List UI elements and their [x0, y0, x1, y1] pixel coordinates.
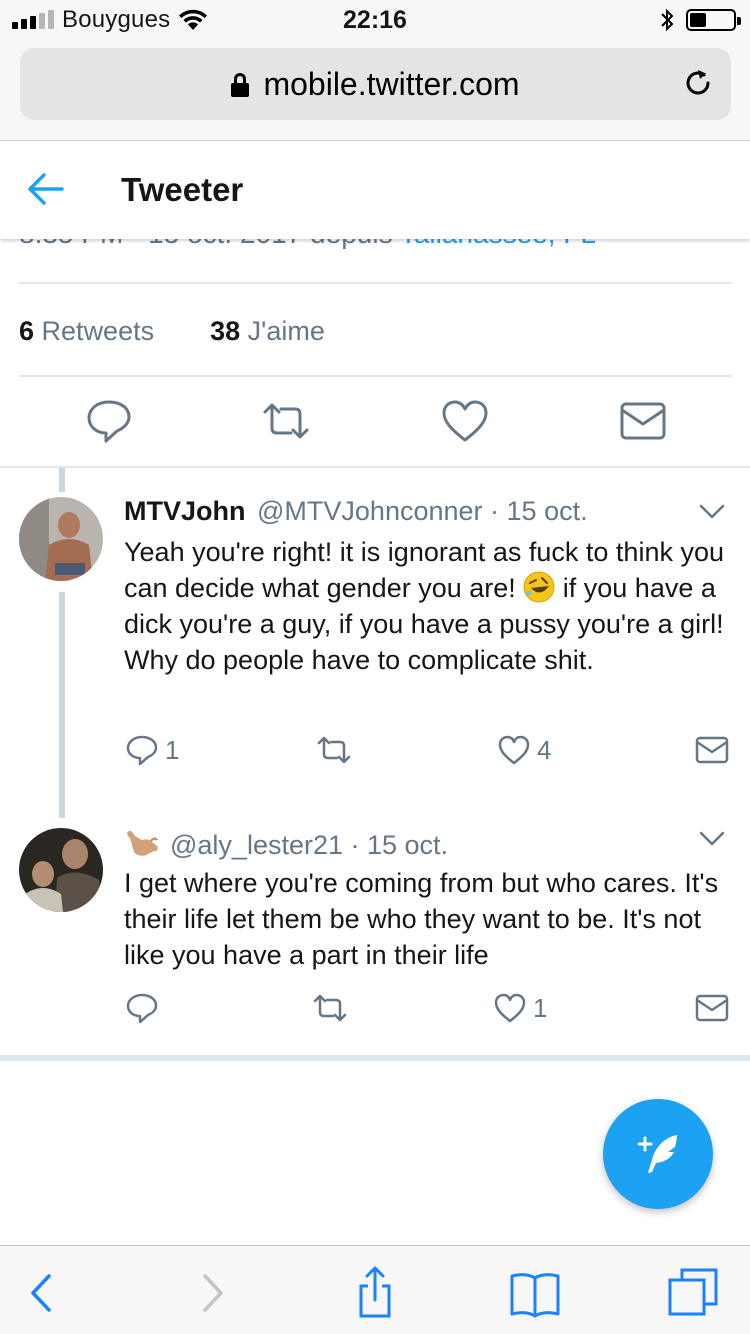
- retweet-icon: [317, 736, 351, 764]
- reply-button[interactable]: [125, 992, 165, 1024]
- call-me-hand-emoji-icon: [127, 830, 158, 856]
- reply-actions: 1: [0, 992, 750, 1032]
- envelope-icon[interactable]: [618, 398, 668, 444]
- retweets-stat[interactable]: 6 Retweets: [19, 316, 154, 347]
- likes-stat[interactable]: 38 J'aime: [210, 316, 325, 347]
- compose-tweet-button[interactable]: [603, 1099, 713, 1209]
- thread-line: [59, 592, 65, 818]
- reply-header: @aly_lester21 · 15 oct.: [124, 826, 448, 861]
- like-button[interactable]: 4: [497, 734, 551, 766]
- page-title: Tweeter: [121, 171, 244, 208]
- retweet-button[interactable]: [317, 734, 357, 766]
- envelope-icon: [695, 994, 729, 1022]
- reload-icon[interactable]: [681, 66, 715, 100]
- divider: [19, 282, 732, 284]
- reply-icon: [126, 993, 158, 1024]
- browser-forward-icon[interactable]: [184, 1266, 238, 1320]
- author-handle[interactable]: @MTVJohnconner: [257, 496, 483, 526]
- dm-button[interactable]: [695, 992, 729, 1024]
- url-text: mobile.twitter.com: [263, 66, 520, 102]
- retweet-icon: [313, 994, 347, 1022]
- reply-icon[interactable]: [84, 398, 134, 444]
- reply-icon: [126, 735, 158, 766]
- browser-chrome: Bouygues 22:16 mobile.twitter.com: [0, 0, 750, 141]
- reply-date: · 15 oct.: [350, 830, 449, 860]
- heart-icon: [494, 993, 526, 1023]
- reply-date: · 15 oct.: [490, 496, 588, 526]
- thread-line: [59, 468, 65, 492]
- back-arrow-icon[interactable]: [26, 171, 66, 207]
- reply-actions: 1 4: [0, 734, 750, 774]
- bluetooth-icon: [661, 8, 674, 32]
- status-time: 22:16: [343, 6, 407, 34]
- chevron-down-icon[interactable]: [698, 830, 726, 848]
- retweets-count: 6: [19, 316, 35, 346]
- bookmarks-icon[interactable]: [508, 1266, 562, 1320]
- like-count: 1: [533, 992, 548, 1023]
- like-button[interactable]: 1: [493, 992, 547, 1024]
- avatar[interactable]: [19, 828, 103, 912]
- like-count: 4: [537, 734, 552, 765]
- chevron-down-icon[interactable]: [698, 503, 726, 521]
- tweet-stats: 6 Retweets 38 J'aime: [19, 316, 325, 347]
- tabs-icon[interactable]: [666, 1266, 720, 1320]
- battery-icon: [686, 9, 741, 31]
- rolling-laughing-emoji-icon: [523, 571, 555, 603]
- reply-button[interactable]: 1: [125, 734, 179, 766]
- retweet-button[interactable]: [313, 992, 353, 1024]
- likes-label: J'aime: [247, 316, 325, 346]
- reply-header: MTVJohn @MTVJohnconner · 15 oct.: [124, 496, 588, 527]
- browser-toolbar: [0, 1245, 750, 1334]
- tweet-actions: [0, 398, 750, 448]
- dm-button[interactable]: [695, 734, 729, 766]
- browser-back-icon[interactable]: [16, 1266, 70, 1320]
- likes-count: 38: [210, 316, 241, 346]
- retweets-label: Retweets: [41, 316, 155, 346]
- share-icon[interactable]: [348, 1266, 402, 1320]
- section-divider: [0, 1055, 750, 1061]
- heart-icon[interactable]: [440, 398, 490, 444]
- address-bar[interactable]: mobile.twitter.com: [20, 48, 731, 120]
- compose-tweet-icon: [637, 1135, 677, 1173]
- page-header: Tweeter: [0, 141, 750, 239]
- avatar[interactable]: [19, 497, 103, 581]
- reply-text: Yeah you're right! it is ignorant as fuc…: [124, 534, 734, 678]
- lock-icon: [231, 73, 250, 97]
- author-handle[interactable]: @aly_lester21: [170, 830, 343, 860]
- retweet-icon[interactable]: [261, 398, 311, 444]
- heart-icon: [498, 735, 530, 765]
- author-name[interactable]: MTVJohn: [124, 496, 246, 526]
- status-bar: Bouygues 22:16: [0, 0, 750, 40]
- reply-text: I get where you're coming from but who c…: [124, 868, 719, 970]
- envelope-icon: [695, 736, 729, 764]
- section-divider: [0, 466, 750, 468]
- divider: [19, 375, 732, 377]
- reply-count: 1: [165, 734, 180, 765]
